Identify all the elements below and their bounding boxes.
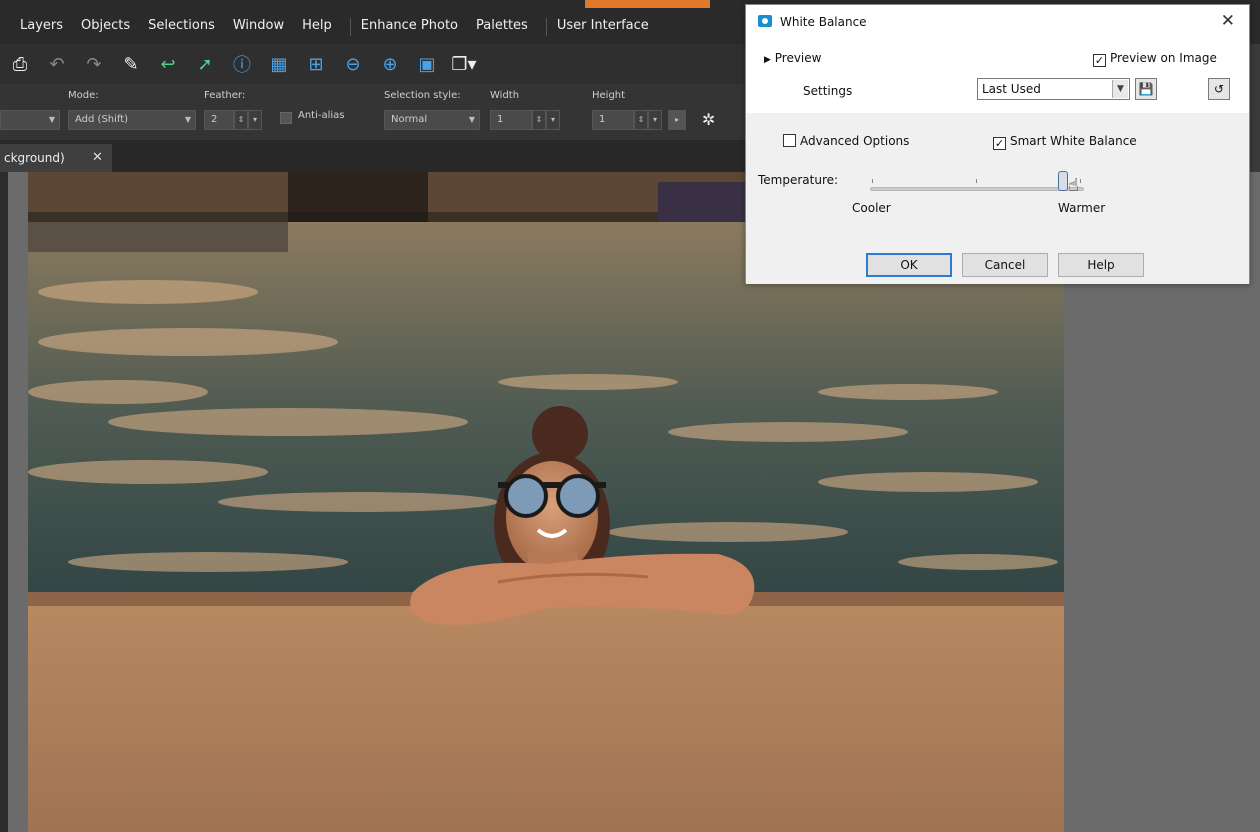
workspace-left-edge xyxy=(0,172,8,832)
help-button[interactable]: Help xyxy=(1058,253,1144,277)
feather-slider-button[interactable]: ▾ xyxy=(248,110,262,130)
document-tab-strip: ckground) ✕ xyxy=(0,140,745,172)
temperature-label: Temperature: xyxy=(758,173,839,187)
advanced-options-checkbox[interactable] xyxy=(783,134,796,147)
slider-tick xyxy=(1080,179,1081,183)
settings-value: Last Used xyxy=(982,82,1041,96)
dialog-titlebar[interactable]: White Balance ✕ xyxy=(746,5,1249,37)
height-input[interactable]: 1 xyxy=(592,110,634,130)
menu-user-interface[interactable]: User Interface xyxy=(557,18,649,36)
active-tab-indicator xyxy=(585,0,710,8)
slider-tick xyxy=(872,179,873,183)
height-spinner[interactable]: ⇕ xyxy=(634,110,648,130)
menu-objects[interactable]: Objects xyxy=(81,18,130,36)
mode-label: Mode: xyxy=(68,90,99,101)
selection-style-dropdown[interactable]: Normal ▼ xyxy=(384,110,480,130)
slider-tick xyxy=(976,179,977,183)
temperature-slider-track[interactable] xyxy=(870,187,1084,191)
smart-white-balance-option[interactable]: ✓ Smart White Balance xyxy=(993,134,1137,150)
apply-button[interactable]: ▸ xyxy=(668,110,686,130)
camera-icon xyxy=(758,15,772,27)
width-label: Width xyxy=(490,90,520,101)
close-icon[interactable]: ✕ xyxy=(1221,11,1235,31)
dialog-header-area: ▶ Preview ✓ Preview on Image Settings Las… xyxy=(746,37,1249,113)
width-slider-button[interactable]: ▾ xyxy=(546,110,560,130)
white-balance-dialog: White Balance ✕ ▶ Preview ✓ Preview on Im… xyxy=(745,4,1250,284)
shape-dropdown[interactable]: ▼ xyxy=(0,110,60,130)
anti-alias-checkbox[interactable] xyxy=(280,112,292,124)
reset-preset-button[interactable]: ↺ xyxy=(1208,78,1230,100)
anti-alias-label: Anti-alias xyxy=(298,110,345,121)
paste-icon[interactable]: ❐▾ xyxy=(450,50,478,78)
edit-selection-icon[interactable]: ✎ xyxy=(117,50,145,78)
settings-dropdown[interactable]: Last Used ▼ xyxy=(977,78,1130,100)
height-slider-button[interactable]: ▾ xyxy=(648,110,662,130)
advanced-options-option[interactable]: Advanced Options xyxy=(783,134,909,148)
print-icon[interactable]: ⎙ xyxy=(6,50,34,78)
revert-icon[interactable]: ↩ xyxy=(154,50,182,78)
forward-icon[interactable]: ➚ xyxy=(191,50,219,78)
settings-label: Settings xyxy=(803,84,853,98)
feather-value: 2 xyxy=(211,114,218,125)
selection-style-label: Selection style: xyxy=(384,90,461,101)
save-preset-button[interactable]: 💾 xyxy=(1135,78,1157,100)
document-tab[interactable]: ckground) ✕ xyxy=(0,144,112,172)
reset-icon: ↺ xyxy=(1213,82,1225,96)
menu-enhance-photo[interactable]: Enhance Photo xyxy=(361,18,458,36)
close-tab-icon[interactable]: ✕ xyxy=(92,144,103,172)
width-value: 1 xyxy=(497,114,504,125)
chevron-down-icon: ▼ xyxy=(1112,80,1128,98)
advanced-options-label: Advanced Options xyxy=(800,134,910,148)
preview-on-image-checkbox[interactable]: ✓ xyxy=(1093,54,1106,67)
menu-separator xyxy=(545,18,547,36)
width-input[interactable]: 1 xyxy=(490,110,532,130)
height-value: 1 xyxy=(599,114,606,125)
menu-separator xyxy=(349,18,351,36)
warmer-label: Warmer xyxy=(1058,201,1106,215)
height-label: Height xyxy=(592,90,626,101)
mode-dropdown[interactable]: Add (Shift) ▼ xyxy=(68,110,196,130)
feather-input[interactable]: 2 xyxy=(204,110,234,130)
feather-spinner[interactable]: ⇕ xyxy=(234,110,248,130)
fit-screen-icon[interactable]: ▣ xyxy=(413,50,441,78)
info-icon[interactable]: ⓘ xyxy=(228,50,256,78)
menu-palettes[interactable]: Palettes xyxy=(476,18,528,36)
cancel-button[interactable]: Cancel xyxy=(962,253,1048,277)
grid-icon[interactable]: ⊞ xyxy=(302,50,330,78)
preview-on-image-label: Preview on Image xyxy=(1110,51,1217,65)
dialog-title: White Balance xyxy=(780,15,867,29)
redo-icon[interactable]: ↷ xyxy=(80,50,108,78)
mode-value: Add (Shift) xyxy=(75,114,129,125)
smart-white-balance-label: Smart White Balance xyxy=(1010,134,1137,148)
smart-white-balance-checkbox[interactable]: ✓ xyxy=(993,137,1006,150)
zoom-out-icon[interactable]: ⊖ xyxy=(339,50,367,78)
mouse-cursor-icon: ☝ xyxy=(1068,175,1079,196)
feather-label: Feather: xyxy=(204,90,246,101)
dialog-controls-area: Advanced Options ✓ Smart White Balance Te… xyxy=(746,113,1249,284)
calculator-icon[interactable]: ▦ xyxy=(265,50,293,78)
preview-toggle[interactable]: ▶ Preview xyxy=(764,51,821,65)
temperature-slider-thumb[interactable] xyxy=(1057,171,1068,191)
cooler-label: Cooler xyxy=(852,201,891,215)
preview-label: Preview xyxy=(774,51,822,65)
menu-layers[interactable]: Layers xyxy=(20,18,63,36)
triangle-right-icon: ▶ xyxy=(764,55,771,65)
preview-on-image-option[interactable]: ✓ Preview on Image xyxy=(1093,51,1217,67)
toolbar: ⎙ ↶ ↷ ✎ ↩ ➚ ⓘ ▦ ⊞ ⊖ ⊕ ▣ ❐▾ xyxy=(0,44,745,84)
zoom-in-icon[interactable]: ⊕ xyxy=(376,50,404,78)
ok-button[interactable]: OK xyxy=(866,253,952,277)
menu-window[interactable]: Window xyxy=(233,18,284,36)
selection-style-value: Normal xyxy=(391,114,428,125)
menu-selections[interactable]: Selections xyxy=(148,18,215,36)
save-icon: 💾 xyxy=(1138,82,1154,96)
width-spinner[interactable]: ⇕ xyxy=(532,110,546,130)
remove-selection-icon[interactable]: ✲ xyxy=(702,110,715,129)
menu-help[interactable]: Help xyxy=(302,18,332,36)
undo-icon[interactable]: ↶ xyxy=(43,50,71,78)
tool-options-bar: ▼ Mode: Add (Shift) ▼ Feather: 2 ⇕ ▾ Anti… xyxy=(0,84,745,140)
document-tab-label: ckground) xyxy=(4,151,65,165)
